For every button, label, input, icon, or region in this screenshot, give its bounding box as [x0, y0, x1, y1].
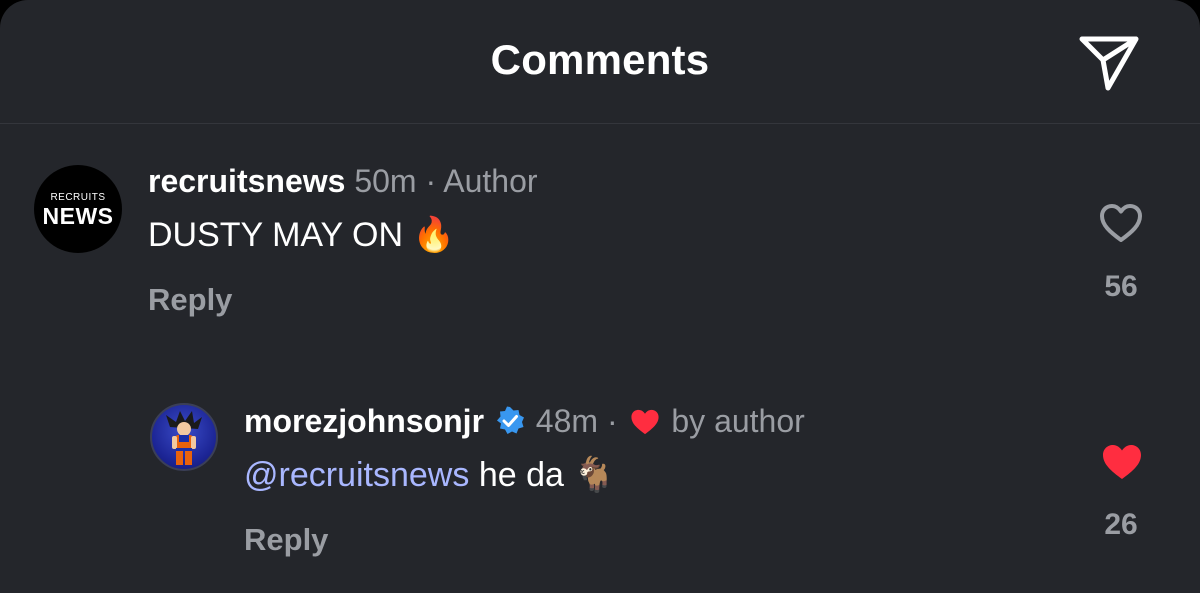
verified-badge-icon — [496, 406, 524, 434]
timestamp: 48m — [535, 403, 599, 439]
like-button[interactable] — [1098, 202, 1144, 249]
heart-outline-icon — [1100, 204, 1142, 242]
comment-text: @recruitsnews he da 🐐 — [244, 455, 616, 495]
like-count: 56 — [1104, 270, 1138, 303]
comment-meta: morezjohnsonjr 48m · by author — [244, 403, 805, 440]
like-button[interactable] — [1099, 441, 1145, 488]
reply-button[interactable]: Reply — [148, 282, 232, 318]
header: Comments — [0, 0, 1200, 124]
separator: · — [425, 163, 437, 199]
comment-text: DUSTY MAY ON 🔥 — [148, 215, 455, 255]
avatar[interactable] — [150, 403, 218, 471]
avatar-text-top: RECRUITS — [50, 192, 106, 203]
comment-body: he da — [478, 456, 564, 494]
comment-body: DUSTY MAY ON — [148, 216, 404, 254]
fire-emoji: 🔥 — [412, 216, 455, 254]
author-tag: Author — [443, 163, 538, 199]
mention-link[interactable]: @recruitsnews — [244, 456, 469, 494]
username[interactable]: morezjohnsonjr — [244, 403, 484, 439]
page-title: Comments — [490, 36, 710, 83]
heart-filled-icon — [631, 409, 660, 434]
character-avatar-image — [166, 411, 202, 465]
comments-sheet: Comments RECRUITS NEWS recruitsnews 50m … — [0, 0, 1200, 593]
comment-meta: recruitsnews 50m · Author — [148, 163, 538, 200]
paper-plane-icon — [1079, 36, 1139, 91]
username[interactable]: recruitsnews — [148, 163, 345, 199]
separator: · — [606, 403, 618, 439]
goat-emoji: 🐐 — [573, 456, 616, 494]
heart-filled-icon — [1103, 445, 1141, 479]
avatar[interactable]: RECRUITS NEWS — [34, 165, 122, 253]
liked-by-author-tag: by author — [671, 403, 805, 439]
share-button[interactable] — [1076, 30, 1142, 92]
like-count: 26 — [1104, 508, 1138, 541]
avatar-text-bottom: NEWS — [42, 203, 114, 229]
timestamp: 50m — [354, 163, 417, 199]
reply-button[interactable]: Reply — [244, 522, 328, 558]
